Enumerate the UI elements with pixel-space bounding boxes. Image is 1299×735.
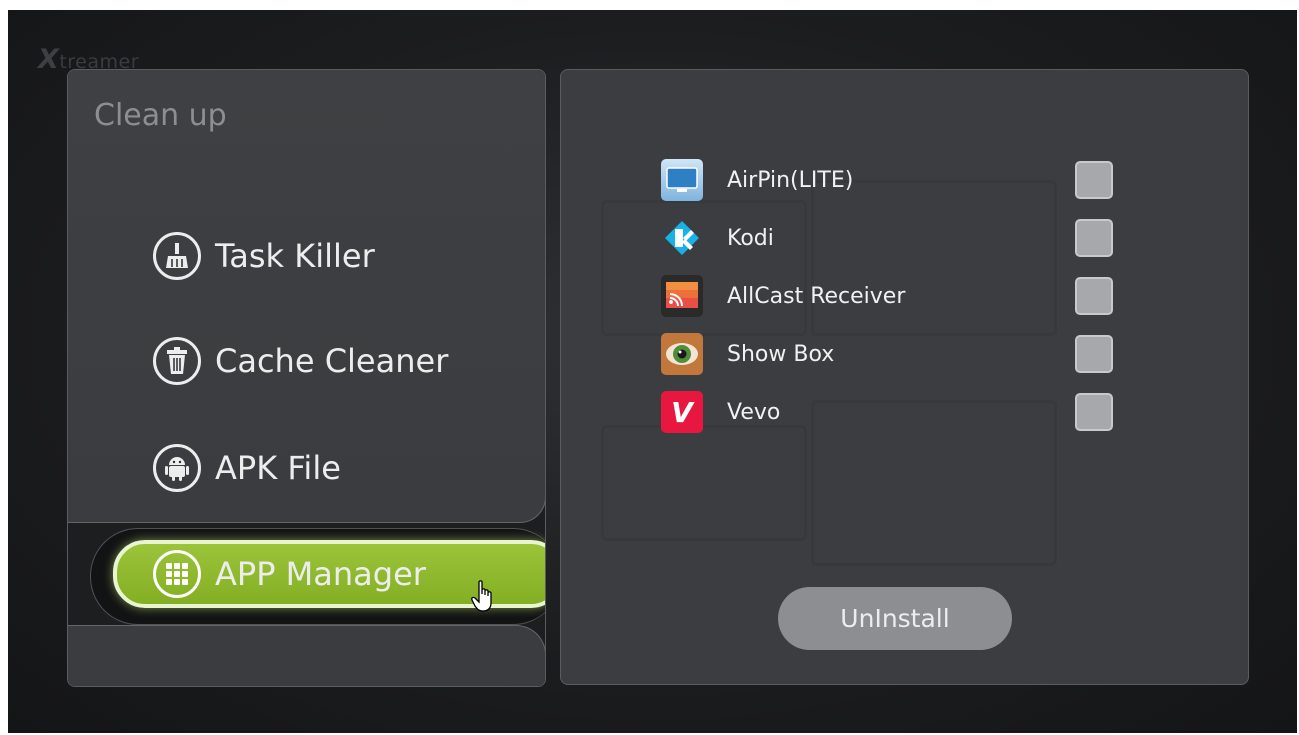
menu-item-label: APK File bbox=[215, 449, 341, 487]
app-row-showbox: Show Box bbox=[661, 332, 834, 376]
app-row-allcast: AllCast Receiver bbox=[661, 274, 905, 318]
menu-item-label: APP Manager bbox=[215, 555, 426, 593]
app-row-vevo: V Vevo bbox=[661, 390, 780, 434]
menu-item-label: Cache Cleaner bbox=[215, 342, 449, 380]
app-checkbox-vevo[interactable] bbox=[1075, 393, 1113, 431]
kodi-icon bbox=[661, 217, 703, 259]
menu-item-apk-file[interactable]: APK File bbox=[153, 440, 341, 496]
showbox-icon bbox=[661, 333, 703, 375]
app-checkbox-allcast[interactable] bbox=[1075, 277, 1113, 315]
app-checkbox-airpin[interactable] bbox=[1075, 161, 1113, 199]
airpin-icon bbox=[661, 159, 703, 201]
allcast-icon bbox=[661, 275, 703, 317]
app-row-airpin: AirPin(LITE) bbox=[661, 158, 853, 202]
menu-lower-area bbox=[68, 625, 545, 686]
app-row-kodi: Kodi bbox=[661, 216, 774, 260]
screen: Xtreamer Clean up Task Killer Cache Clea… bbox=[8, 10, 1297, 733]
app-manager-panel: AirPin(LITE) Kodi AllCast Receiver Show … bbox=[560, 69, 1249, 685]
background-tile bbox=[811, 400, 1057, 566]
panel-title: Clean up bbox=[94, 98, 227, 133]
android-icon bbox=[153, 444, 201, 492]
vevo-icon: V bbox=[661, 391, 703, 433]
menu-item-label: Task Killer bbox=[215, 237, 375, 275]
trash-icon bbox=[153, 337, 201, 385]
grid-icon bbox=[153, 550, 201, 598]
hand-cursor-icon bbox=[471, 580, 497, 612]
menu-item-task-killer[interactable]: Task Killer bbox=[153, 228, 375, 284]
app-checkbox-kodi[interactable] bbox=[1075, 219, 1113, 257]
menu-item-cache-cleaner[interactable]: Cache Cleaner bbox=[153, 333, 448, 389]
background-tile bbox=[601, 425, 807, 541]
app-checkbox-showbox[interactable] bbox=[1075, 335, 1113, 373]
broom-icon bbox=[153, 232, 201, 280]
uninstall-button[interactable]: UnInstall bbox=[778, 587, 1012, 650]
